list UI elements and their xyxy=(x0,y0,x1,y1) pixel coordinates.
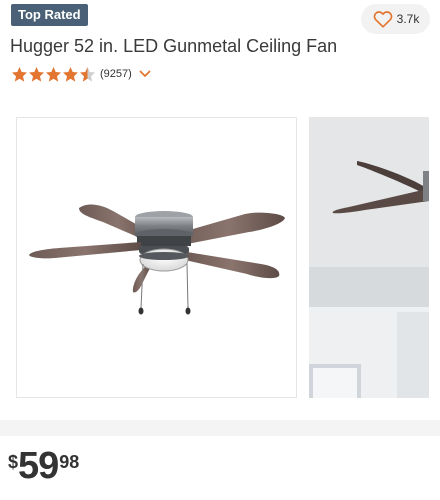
star-icon xyxy=(80,66,95,82)
rating-summary[interactable]: (9257) xyxy=(11,64,152,84)
ceiling-fan-room-image[interactable] xyxy=(309,117,429,398)
ceiling-fan-illustration xyxy=(29,204,285,315)
price-cents: 98 xyxy=(59,452,80,472)
star-rating xyxy=(11,66,96,83)
star-icon xyxy=(63,66,78,82)
price-dollars: 59 xyxy=(18,445,59,487)
section-divider xyxy=(0,420,440,436)
chevron-down-icon[interactable] xyxy=(138,67,152,81)
star-icon xyxy=(46,66,61,82)
top-rated-badge: Top Rated xyxy=(11,4,88,26)
room-scene-illustration xyxy=(309,117,429,398)
ceiling-fan-product-image[interactable] xyxy=(16,117,297,398)
favorite-button[interactable]: 3.7k xyxy=(361,4,430,34)
price-currency: $ xyxy=(8,452,19,472)
star-icon xyxy=(29,66,44,82)
heart-icon xyxy=(373,11,393,28)
product-title: Hugger 52 in. LED Gunmetal Ceiling Fan xyxy=(10,36,338,56)
product-price: $ 59 98 xyxy=(8,446,79,486)
favorite-count: 3.7k xyxy=(396,12,420,26)
review-count[interactable]: (9257) xyxy=(100,68,132,80)
star-icon xyxy=(12,66,27,82)
image-gallery[interactable] xyxy=(0,112,440,404)
